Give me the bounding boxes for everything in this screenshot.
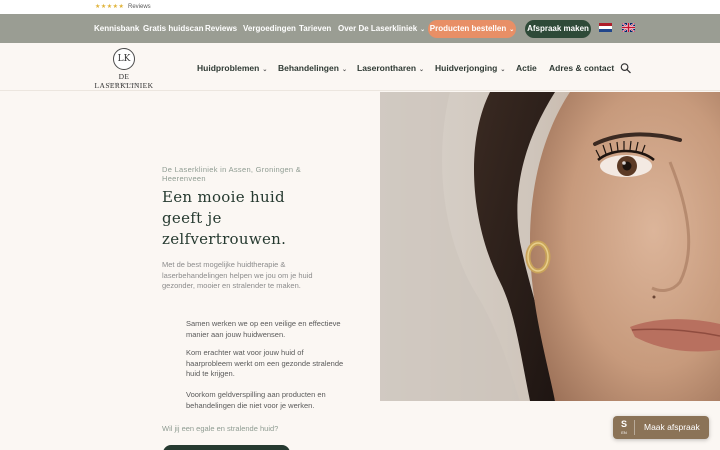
- hero-cta-button[interactable]: [163, 445, 290, 450]
- chevron-down-icon: ⌄: [500, 67, 506, 73]
- menu-huidproblemen[interactable]: Huidproblemen ⌄: [197, 63, 267, 75]
- menu-label: Huidverjonging: [435, 63, 498, 73]
- top-nav-kennisbank[interactable]: Kennisbank: [94, 24, 139, 34]
- reviews-strip: ★★★★★ Reviews: [0, 0, 720, 14]
- chevron-down-icon: ⌄: [419, 67, 425, 73]
- make-appointment-chat-button[interactable]: S EN Maak afspraak: [613, 416, 709, 439]
- menu-huidverjonging[interactable]: Huidverjonging ⌄: [435, 63, 505, 75]
- chevron-down-icon: ⌄: [341, 67, 347, 73]
- chevron-down-icon: ⌄: [262, 67, 268, 73]
- dutch-flag-icon[interactable]: [599, 23, 612, 32]
- hero-question: Wil jij een egale en stralende huid?: [162, 424, 279, 433]
- order-products-button[interactable]: Producten bestellen ⌄: [428, 20, 516, 38]
- main-header: LK DE LASERKLINIEK huid therapie Huidpro…: [0, 43, 720, 91]
- top-nav-bar: Kennisbank Gratis huidscan Reviews Vergo…: [0, 14, 720, 43]
- english-flag-icon[interactable]: [622, 23, 635, 32]
- top-nav-over-label: Over De Laserkliniek: [338, 24, 418, 33]
- benefit-item: Samen werken we op een veilige en effect…: [186, 319, 341, 339]
- hero-portrait-image: [380, 92, 720, 401]
- logo-monogram[interactable]: LK: [113, 48, 135, 70]
- rating-stars-icon: ★★★★★: [95, 4, 125, 10]
- chat-divider: [634, 420, 635, 435]
- reviews-link[interactable]: Reviews: [128, 3, 151, 11]
- menu-label: Laserontharen: [357, 63, 417, 73]
- benefit-item: Voorkom geldverspilling aan producten en…: [186, 390, 326, 410]
- top-nav-gratis-huidscan[interactable]: Gratis huidscan: [143, 24, 203, 34]
- chat-button-label: Maak afspraak: [644, 422, 700, 432]
- order-products-label: Producten bestellen: [429, 24, 507, 33]
- chat-language-label: EN: [621, 430, 627, 435]
- menu-laserontharen[interactable]: Laserontharen ⌄: [357, 63, 424, 75]
- logo-tagline: huid therapie: [109, 81, 139, 86]
- top-nav-tarieven[interactable]: Tarieven: [299, 24, 331, 34]
- make-appointment-button[interactable]: Afspraak maken: [525, 20, 591, 38]
- menu-actie[interactable]: Actie: [516, 63, 537, 73]
- top-nav-vergoedingen[interactable]: Vergoedingen: [243, 24, 296, 34]
- menu-label: Behandelingen: [278, 63, 339, 73]
- chevron-down-icon: ⌄: [509, 27, 515, 33]
- menu-label: Huidproblemen: [197, 63, 260, 73]
- hero-body-text: Met de best mogelijke huidtherapie & las…: [162, 260, 313, 290]
- top-nav-over-de-laserkliniek[interactable]: Over De Laserkliniek ⌄: [338, 24, 425, 35]
- chevron-down-icon: ⌄: [420, 27, 426, 33]
- search-icon[interactable]: [620, 62, 631, 74]
- hero-title: Een mooie huid geeft je zelfvertrouwen.: [162, 188, 287, 248]
- menu-adres-contact[interactable]: Adres & contact: [549, 63, 614, 73]
- top-nav-reviews[interactable]: Reviews: [205, 24, 237, 34]
- benefit-item: Kom erachter wat voor jouw huid of haarp…: [186, 348, 344, 378]
- hero-kicker: De Laserkliniek in Assen, Groningen & He…: [162, 165, 302, 183]
- menu-behandelingen[interactable]: Behandelingen ⌄: [278, 63, 347, 75]
